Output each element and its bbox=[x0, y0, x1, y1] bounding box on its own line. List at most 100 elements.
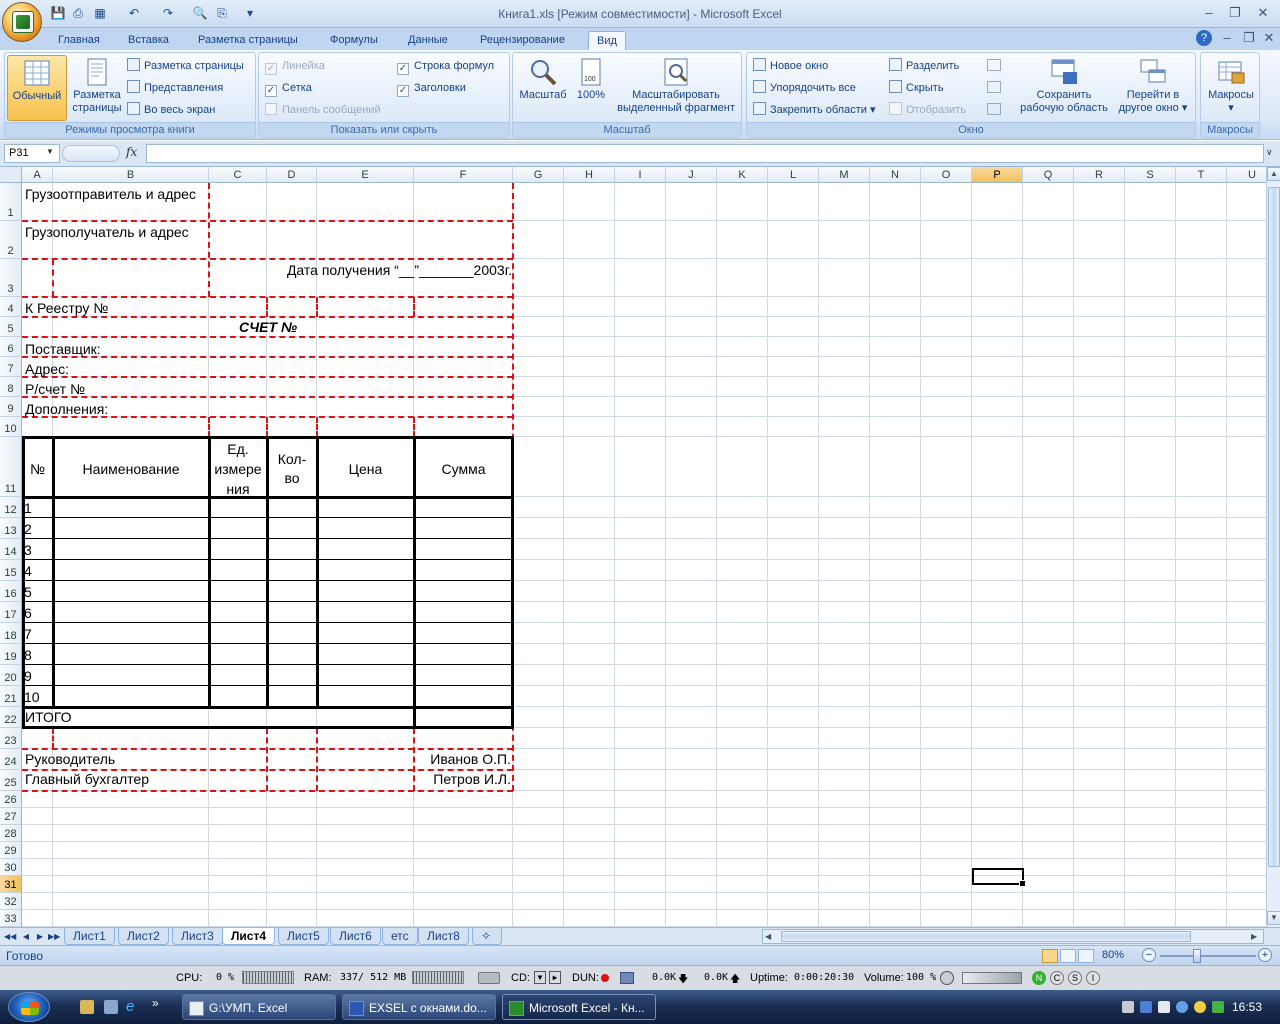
save-workspace-button[interactable]: Сохранить рабочую область bbox=[1015, 57, 1113, 115]
tab-formulas[interactable]: Формулы bbox=[322, 31, 386, 50]
row-header-15[interactable]: 15 bbox=[0, 560, 22, 581]
cd-eject-icon[interactable]: ▼ bbox=[534, 971, 546, 984]
row-header-9[interactable]: 9 bbox=[0, 397, 22, 417]
tray-antivirus-icon[interactable] bbox=[1212, 1001, 1224, 1013]
scroll-down-icon[interactable]: ▼ bbox=[1267, 911, 1280, 925]
select-all-corner[interactable] bbox=[0, 167, 22, 183]
insert-sheet-icon[interactable]: ✧ bbox=[472, 928, 502, 945]
horizontal-scrollbar[interactable]: ◀ ▶ bbox=[762, 929, 1264, 944]
normal-view-status-icon[interactable] bbox=[1042, 949, 1058, 963]
network-icon[interactable] bbox=[620, 972, 634, 984]
first-sheet-icon[interactable]: ◀◀ bbox=[4, 930, 16, 944]
tab-review[interactable]: Рецензирование bbox=[472, 31, 573, 50]
formula-bar-checkbox[interactable]: ✓ Строка формул bbox=[397, 57, 494, 75]
worksheet-grid[interactable]: ABCDEFGHIJKLMNOPQRSTU 1 2 3 4 5 6 7 8 9 10 11 12 13 1… bbox=[0, 167, 1266, 927]
row-header-31[interactable]: 31 bbox=[0, 876, 22, 893]
print-preview-icon[interactable]: ▦ bbox=[92, 5, 108, 21]
column-header-s[interactable]: S bbox=[1125, 167, 1176, 183]
zoom-slider-track[interactable] bbox=[1160, 955, 1256, 957]
insert-function-icon[interactable]: fx bbox=[126, 145, 137, 159]
taskbar-item-excel[interactable]: Microsoft Excel - Кн... bbox=[502, 994, 656, 1020]
ruler-checkbox[interactable]: ✓ Линейка bbox=[265, 57, 325, 75]
formula-input[interactable] bbox=[146, 144, 1264, 163]
row-header-29[interactable]: 29 bbox=[0, 842, 22, 859]
quicklaunch-ie-icon[interactable]: e bbox=[126, 998, 134, 1015]
row-header-24[interactable]: 24 bbox=[0, 749, 22, 770]
sync-scroll-icon[interactable] bbox=[987, 81, 1001, 93]
active-cell-cursor[interactable] bbox=[972, 868, 1026, 887]
row-header-12[interactable]: 12 bbox=[0, 497, 22, 518]
row-header-14[interactable]: 14 bbox=[0, 539, 22, 560]
row-header-27[interactable]: 27 bbox=[0, 808, 22, 825]
column-header-g[interactable]: G bbox=[513, 167, 564, 183]
column-header-i[interactable]: I bbox=[615, 167, 666, 183]
row-header-10[interactable]: 10 bbox=[0, 417, 22, 437]
quicklaunch-folder-icon[interactable] bbox=[80, 1000, 94, 1014]
column-header-k[interactable]: K bbox=[717, 167, 768, 183]
column-header-f[interactable]: F bbox=[414, 167, 513, 183]
formula-bar-handle[interactable] bbox=[62, 145, 120, 162]
undo-icon[interactable]: ↶ bbox=[126, 5, 142, 21]
prev-sheet-icon[interactable]: ◀ bbox=[20, 930, 32, 944]
zoom-in-icon[interactable]: + bbox=[1258, 948, 1272, 962]
cd-play-icon[interactable]: ▶ bbox=[549, 971, 561, 984]
column-header-u[interactable]: U bbox=[1227, 167, 1266, 183]
row-header-20[interactable]: 20 bbox=[0, 665, 22, 686]
row-header-3[interactable]: 3 bbox=[0, 259, 22, 297]
tray-security-icon[interactable] bbox=[1194, 1001, 1206, 1013]
tray-printer-icon[interactable] bbox=[1122, 1001, 1134, 1013]
split-button[interactable]: Разделить bbox=[889, 57, 959, 75]
column-header-j[interactable]: J bbox=[666, 167, 717, 183]
row-header-11[interactable]: 11 bbox=[0, 437, 22, 497]
column-header-a[interactable]: A bbox=[22, 167, 53, 183]
sheet-tab-1[interactable]: Лист1 bbox=[64, 928, 115, 945]
expand-formula-bar-icon[interactable]: ∨ bbox=[1266, 147, 1273, 158]
row-header-18[interactable]: 18 bbox=[0, 623, 22, 644]
volume-slider[interactable] bbox=[962, 972, 1022, 984]
column-header-h[interactable]: H bbox=[564, 167, 615, 183]
reset-position-icon[interactable] bbox=[987, 103, 1001, 115]
sheet-tab-5[interactable]: Лист5 bbox=[278, 928, 329, 945]
horizontal-scroll-thumb[interactable] bbox=[781, 931, 1191, 942]
minimize-icon[interactable]: – bbox=[1196, 3, 1222, 23]
taskbar-item-word[interactable]: EXSEL с окнами.do... bbox=[342, 994, 496, 1020]
scroll-right-icon[interactable]: ▶ bbox=[1251, 930, 1257, 943]
zoom-100-button[interactable]: 100 100% bbox=[571, 57, 611, 102]
row-header-19[interactable]: 19 bbox=[0, 644, 22, 665]
column-header-m[interactable]: M bbox=[819, 167, 870, 183]
tab-home[interactable]: Главная bbox=[50, 31, 108, 50]
message-bar-checkbox[interactable]: Панель сообщений bbox=[265, 101, 381, 119]
zoom-slider-thumb[interactable] bbox=[1193, 949, 1201, 963]
column-header-r[interactable]: R bbox=[1074, 167, 1125, 183]
switch-windows-button[interactable]: Перейти в другое окно ▾ bbox=[1113, 57, 1193, 115]
zoom-button[interactable]: Масштаб bbox=[515, 57, 571, 102]
scroll-left-icon[interactable]: ◀ bbox=[765, 930, 771, 943]
column-header-n[interactable]: N bbox=[870, 167, 921, 183]
column-header-q[interactable]: Q bbox=[1023, 167, 1074, 183]
volume-knob-icon[interactable] bbox=[940, 971, 954, 985]
freeze-panes-button[interactable]: Закрепить области ▾ bbox=[753, 101, 875, 119]
help-icon[interactable]: ? bbox=[1196, 30, 1212, 46]
vertical-scroll-thumb[interactable] bbox=[1268, 187, 1280, 867]
row-header-26[interactable]: 26 bbox=[0, 791, 22, 808]
row-header-30[interactable]: 30 bbox=[0, 859, 22, 876]
row-header-2[interactable]: 2 bbox=[0, 221, 22, 259]
print-icon[interactable]: ⎘ bbox=[214, 5, 230, 21]
page-break-preview-button[interactable]: Разметка страницы bbox=[127, 57, 244, 75]
customize-qat-icon[interactable]: ▾ bbox=[242, 5, 258, 21]
row-header-6[interactable]: 6 bbox=[0, 337, 22, 357]
row-header-1[interactable]: 1 bbox=[0, 183, 22, 221]
row-header-23[interactable]: 23 bbox=[0, 728, 22, 749]
side-by-side-icon[interactable] bbox=[987, 59, 1001, 71]
column-header-o[interactable]: O bbox=[921, 167, 972, 183]
tab-page-layout[interactable]: Разметка страницы bbox=[190, 31, 306, 50]
zoom-out-icon[interactable]: − bbox=[1142, 948, 1156, 962]
save-icon[interactable]: 💾 bbox=[50, 5, 66, 21]
row-header-4[interactable]: 4 bbox=[0, 297, 22, 317]
redo-icon[interactable]: ↷ bbox=[160, 5, 176, 21]
row-header-32[interactable]: 32 bbox=[0, 893, 22, 910]
normal-view-button[interactable]: Обычный bbox=[7, 55, 67, 121]
headings-checkbox[interactable]: ✓ Заголовки bbox=[397, 79, 466, 97]
quick-print-icon[interactable]: ⎙ bbox=[70, 5, 86, 21]
column-header-l[interactable]: L bbox=[768, 167, 819, 183]
